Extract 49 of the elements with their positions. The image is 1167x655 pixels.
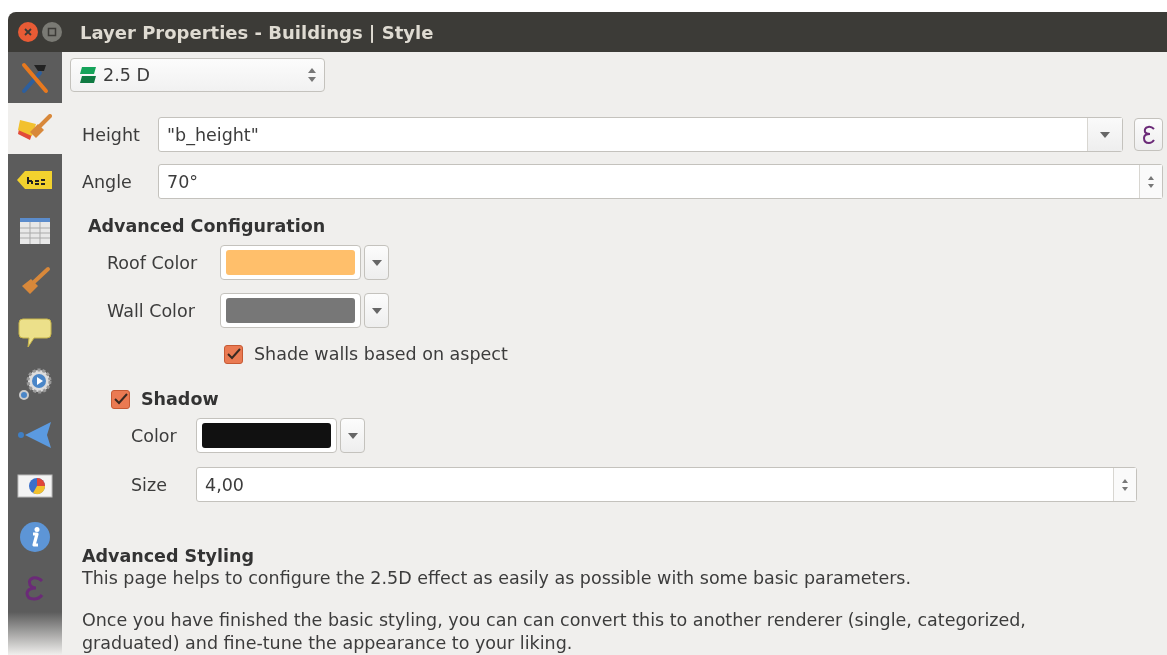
section-heading: Advanced Configuration <box>88 216 327 236</box>
field-label: Height <box>81 124 141 145</box>
field-label: Size <box>131 474 168 495</box>
square-icon <box>47 27 57 37</box>
color-button[interactable] <box>196 418 337 453</box>
checkmark-icon <box>113 393 128 405</box>
close-button[interactable] <box>18 22 38 42</box>
field-label: Wall Color <box>107 300 196 321</box>
field-label: Color <box>131 425 178 446</box>
pie-chart-map-icon <box>17 472 53 499</box>
color-menu-button[interactable] <box>340 418 365 453</box>
color-button[interactable] <box>220 293 361 328</box>
checkbox[interactable] <box>111 389 130 409</box>
caret-icon <box>347 432 358 439</box>
epsilon-icon <box>1140 123 1157 146</box>
spin-arrows-icon <box>1121 477 1129 492</box>
checkbox-label[interactable]: Shade walls based on aspect <box>254 344 508 364</box>
info-icon <box>19 520 51 553</box>
caret-icon <box>1100 131 1110 138</box>
angle-spin-box[interactable]: 70° <box>158 164 1163 199</box>
color-button[interactable] <box>220 245 361 280</box>
text-label-icon <box>17 169 53 190</box>
table-icon <box>19 216 51 245</box>
expression-button[interactable] <box>1134 118 1163 151</box>
field-label: Roof Color <box>107 252 199 273</box>
checkbox[interactable] <box>224 344 243 364</box>
height-combo-box[interactable]: "b_height" <box>158 117 1123 152</box>
checkbox-label[interactable]: Shadow <box>141 389 219 409</box>
color-menu-button[interactable] <box>364 245 389 280</box>
caret-icon <box>371 259 382 266</box>
renderer-2-5d-icon <box>79 66 97 84</box>
gear-with-play-icon <box>18 366 52 401</box>
spin-arrows-icon <box>308 68 316 82</box>
speech-bubble-icon <box>18 316 52 349</box>
close-icon <box>23 27 33 37</box>
help-paragraph: Once you have finished the basic styling, you can can convert this to another renderer (single, categorized, graduated) and fine-tune the appearance to your liking. <box>82 609 1027 655</box>
window-title: Layer Properties - Buildings | Style <box>80 21 434 43</box>
size-spin-box[interactable]: 4,00 <box>196 467 1137 502</box>
spin-arrows-icon <box>1147 174 1155 189</box>
dropdown-button[interactable] <box>1087 118 1122 151</box>
renderer-dropdown[interactable]: 2.5 D <box>70 58 325 92</box>
arrow-icon <box>17 420 53 449</box>
help-heading: Advanced Styling <box>82 545 255 567</box>
caret-icon <box>371 307 382 314</box>
field-label: Angle <box>81 171 133 192</box>
help-paragraph: This page helps to configure the 2.5D effect as easily as possible with some basic parameters. <box>82 567 913 590</box>
maximize-button[interactable] <box>42 22 62 42</box>
checkmark-icon <box>226 348 241 360</box>
color-menu-button[interactable] <box>364 293 389 328</box>
